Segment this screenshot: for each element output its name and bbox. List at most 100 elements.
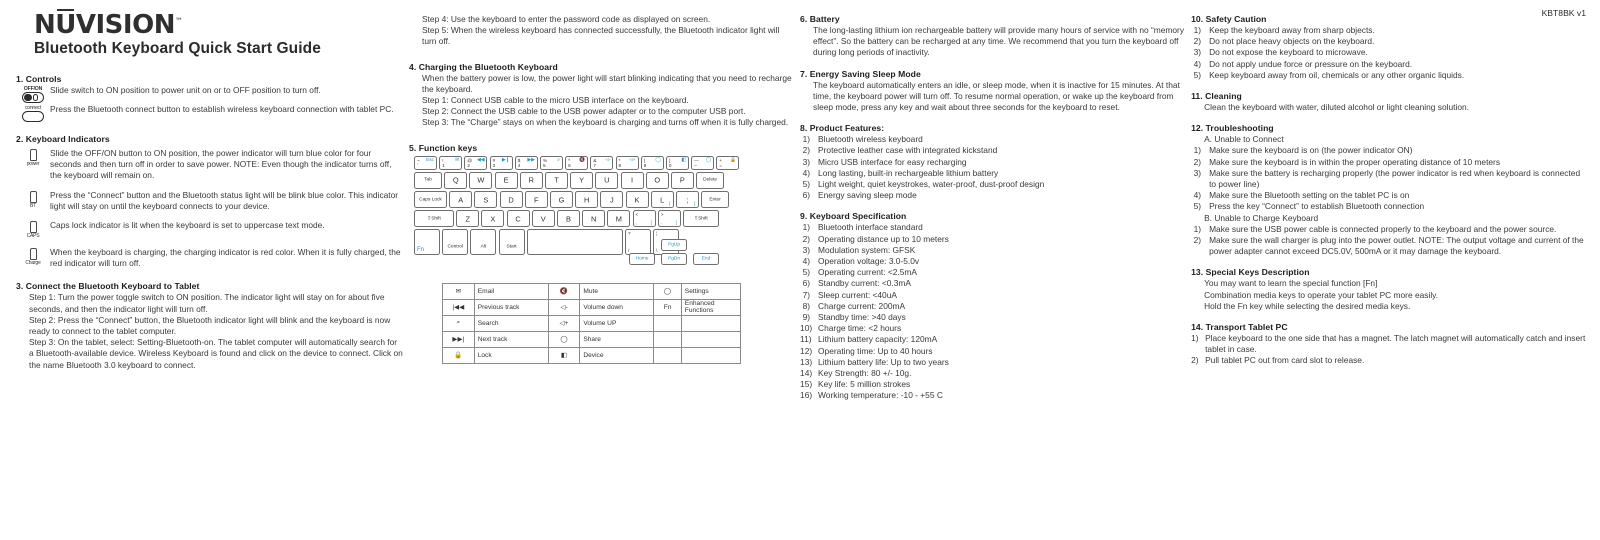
page-title: Bluetooth Keyboard Quick Start Guide: [34, 40, 321, 57]
key-control[interactable]: Control: [442, 229, 469, 256]
key-f[interactable]: F: [524, 191, 548, 208]
key-r[interactable]: R: [519, 171, 543, 189]
key-caps-lock[interactable]: Caps Lock: [414, 191, 448, 208]
key-l[interactable]: L[: [650, 191, 674, 208]
section-special-keys-heading: 13. Special Keys Description: [1191, 267, 1310, 278]
key-4-next-track[interactable]: $4 ▶▶: [514, 155, 538, 170]
list-item: 5) Keep keyboard away from oil, chemicals…: [1193, 69, 1465, 80]
column-4: KBT8BK v1 10. Safety Caution 1) Keep the …: [1191, 6, 1592, 540]
section-controls-heading: 1. Controls: [16, 74, 62, 84]
share-icon: ◯: [547, 330, 581, 348]
key-equals-lock[interactable]: + = 🔒: [716, 155, 740, 170]
list-item: 5) Press the key “Connect” to establish B…: [1193, 201, 1425, 212]
mute-icon: 🔇: [547, 282, 581, 300]
connect-step-5: Step 5: When the wireless keyboard has c…: [422, 25, 780, 47]
keyboard-row-shift: ⇧Shift Z X C V B N M <,{ >.} ⇧Shift: [414, 210, 732, 228]
key-g[interactable]: G: [549, 191, 573, 208]
table-row: 🔒 Lock ◧ Device: [442, 346, 742, 364]
section-safety-caution-heading: 10. Safety Caution: [1191, 14, 1267, 24]
indicator-text-charge: When the keyboard is charging, the charg…: [50, 247, 401, 269]
indicator-label-power: power: [26, 161, 40, 167]
fn-label-lock: Lock: [473, 346, 549, 364]
key-w[interactable]: W: [469, 171, 493, 189]
indicator-text-caps: Caps lock indicator is lit when the keyb…: [50, 220, 325, 231]
logo-tm: ™: [174, 16, 183, 26]
key-q[interactable]: Q: [444, 171, 468, 189]
key-y[interactable]: Y: [570, 171, 594, 189]
key-tab[interactable]: Tab: [414, 171, 443, 189]
fn-label-next-track: Next track: [473, 330, 549, 348]
key-i[interactable]: I: [620, 171, 644, 189]
key-s[interactable]: S: [474, 191, 498, 208]
key-t[interactable]: T: [544, 171, 568, 189]
key-6-mute[interactable]: ^ 6 🔇: [565, 155, 589, 170]
key-3-play[interactable]: #3 ▶❙: [489, 155, 513, 170]
key-1-email[interactable]: ! 1 ✉: [439, 155, 463, 170]
key-up-pgup[interactable]: PgUp: [661, 238, 688, 251]
key-e[interactable]: E: [494, 171, 518, 189]
settings-icon: ◯: [653, 282, 682, 300]
right-bracket-blue: ]: [694, 201, 696, 206]
section-product-features-heading: 8. Product Features:: [800, 123, 885, 134]
list-item: 2) Do not place heavy objects on the keyb…: [1193, 36, 1375, 47]
key-2-prev-track[interactable]: @2 ◀◀: [464, 155, 488, 170]
section-controls: 1. Controls OFF/ON Slide switch to ON po…: [16, 74, 403, 122]
key-d[interactable]: D: [499, 191, 523, 208]
quick-start-guide-page: NUVISION™ Bluetooth Keyboard Quick Start…: [0, 0, 1600, 540]
key-v[interactable]: V: [531, 210, 555, 228]
list-item: 6) Energy saving sleep mode: [802, 190, 917, 201]
key-5-search[interactable]: % 5 ⌕: [539, 155, 563, 170]
control-row-power: OFF/ON Slide switch to ON position to po…: [16, 85, 403, 103]
key-down-pgdn[interactable]: PgDn: [661, 252, 688, 265]
key-start[interactable]: Start: [498, 229, 525, 256]
key-9-share[interactable]: (9 ◯: [640, 155, 664, 170]
key-minus-settings[interactable]: — – ◯: [691, 155, 715, 170]
section-product-features: 8. Product Features: 1) Bluetooth wireles…: [800, 123, 1185, 201]
key-semicolon[interactable]: ;]: [675, 191, 699, 208]
key-left-home[interactable]: Home: [629, 252, 656, 265]
key-period[interactable]: >.}: [657, 210, 681, 228]
key-u[interactable]: U: [595, 171, 619, 189]
key-n[interactable]: N: [582, 210, 606, 228]
key-c[interactable]: C: [506, 210, 530, 228]
key-m[interactable]: M: [607, 210, 631, 228]
empty-cell: [653, 314, 682, 332]
key-0-device[interactable]: ) 0 ◧: [665, 155, 689, 170]
fn-label-share: Share: [579, 330, 655, 348]
key-7-volume-down[interactable]: & 7 ◅-: [590, 155, 614, 170]
key-h[interactable]: H: [575, 191, 599, 208]
section-cleaning: 11. Cleaning Clean the keyboard with wat…: [1191, 91, 1588, 113]
charging-step-2: Step 2: Connect the USB cable to the USB…: [422, 106, 746, 117]
key-enter[interactable]: Enter: [701, 191, 730, 208]
key-j[interactable]: J: [600, 191, 624, 208]
key-right-end[interactable]: End: [693, 252, 720, 265]
key-esc[interactable]: ~ ` Esc: [414, 155, 438, 170]
model-number: KBT8BK v1: [1541, 8, 1586, 18]
connect-step-1: Step 1: Turn the power toggle switch to …: [29, 292, 385, 314]
key-fn[interactable]: Fn: [414, 229, 441, 256]
key-alt[interactable]: Alt: [470, 229, 497, 256]
fn-label-settings: Settings: [680, 282, 742, 300]
left-bracket-blue: [: [668, 201, 671, 206]
key-shift-left[interactable]: ⇧Shift: [414, 210, 455, 228]
key-k[interactable]: K: [625, 191, 649, 208]
key-delete[interactable]: Delete: [696, 171, 725, 189]
key-z[interactable]: Z: [456, 210, 480, 228]
key-b[interactable]: B: [556, 210, 580, 228]
key-p[interactable]: P: [670, 171, 694, 189]
fn-key-label: Fn: [653, 298, 682, 316]
power-led-icon: power: [16, 148, 50, 167]
key-a[interactable]: A: [449, 191, 473, 208]
indicator-text-bt: Press the “Connect” button and the Bluet…: [50, 189, 399, 211]
list-item: 12) Operating time: Up to 40 hours: [800, 345, 933, 356]
key-space[interactable]: [526, 229, 623, 256]
key-comma[interactable]: <,{: [632, 210, 656, 228]
key-8-volume-up[interactable]: * 8 ◅+: [615, 155, 639, 170]
troubleshooting-a-list: 1) Make sure the keyboard is on (the powe…: [1191, 145, 1588, 212]
key-shift-right[interactable]: ⇧Shift: [682, 210, 719, 228]
bluetooth-connect-button-icon: connect: [16, 104, 50, 122]
list-item: 10) Charge time: <2 hours: [800, 323, 902, 334]
key-x[interactable]: X: [481, 210, 505, 228]
led-glyph: [29, 221, 37, 234]
key-o[interactable]: O: [645, 171, 669, 189]
